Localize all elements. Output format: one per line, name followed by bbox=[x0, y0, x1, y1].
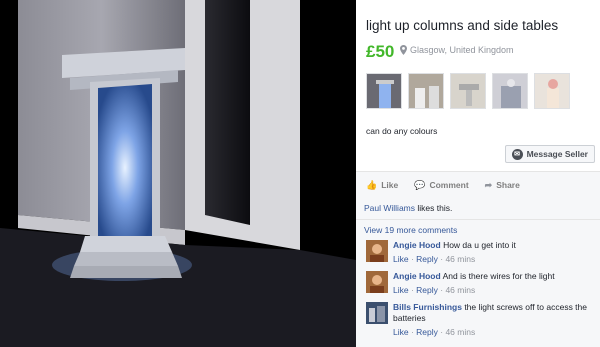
comment-time: 46 mins bbox=[445, 254, 476, 264]
comment-body: Angie Hood And is there wires for the li… bbox=[393, 271, 555, 296]
comment-meta: Like · Reply · 46 mins bbox=[393, 254, 476, 264]
comment-reply-link[interactable]: Reply bbox=[416, 327, 438, 337]
message-seller-label: Message Seller bbox=[526, 149, 588, 159]
view-more-comments-link[interactable]: View 19 more comments bbox=[364, 225, 457, 235]
comment-author[interactable]: Angie Hood bbox=[393, 271, 441, 281]
comments-section: Paul Williams likes this. View 19 more c… bbox=[356, 198, 600, 347]
listing-photo[interactable] bbox=[0, 0, 356, 347]
comment-like-link[interactable]: Like bbox=[393, 254, 409, 264]
comment-meta: Like · Reply · 46 mins bbox=[393, 285, 476, 295]
comment-reply-link[interactable]: Reply bbox=[416, 254, 438, 264]
comment-body: Bills Furnishings the light screws off t… bbox=[393, 302, 594, 338]
comment-item: Angie Hood And is there wires for the li… bbox=[366, 271, 555, 296]
listing-location[interactable]: Glasgow, United Kingdom bbox=[400, 45, 514, 55]
thumbnail-5[interactable] bbox=[534, 73, 570, 109]
comment-item: Angie Hood How da u get into it Like · R… bbox=[366, 240, 516, 265]
location-text: Glasgow, United Kingdom bbox=[410, 45, 514, 55]
comment-like-link[interactable]: Like bbox=[393, 327, 409, 337]
avatar[interactable] bbox=[366, 302, 388, 324]
thumbnail-2-image bbox=[409, 74, 443, 108]
messenger-icon: ✉ bbox=[511, 148, 523, 160]
action-bar: 👍 Like 💬 Comment ➦ Share bbox=[356, 172, 600, 198]
avatar[interactable] bbox=[366, 240, 388, 262]
comment-author[interactable]: Bills Furnishings bbox=[393, 302, 462, 312]
comment-button[interactable]: 💬 Comment bbox=[414, 180, 468, 191]
comment-body: Angie Hood How da u get into it Like · R… bbox=[393, 240, 516, 265]
comment-like-link[interactable]: Like bbox=[393, 285, 409, 295]
avatar-image bbox=[366, 271, 388, 293]
avatar[interactable] bbox=[366, 271, 388, 293]
like-button[interactable]: 👍 Like bbox=[366, 180, 398, 191]
thumbnail-strip bbox=[366, 73, 570, 109]
thumbnail-3-image bbox=[451, 74, 485, 108]
thumbnail-2[interactable] bbox=[408, 73, 444, 109]
thumbnail-5-image bbox=[535, 74, 569, 108]
thumbnail-1-image bbox=[367, 74, 401, 108]
thumbnail-1[interactable] bbox=[366, 73, 402, 109]
liker-name[interactable]: Paul Williams bbox=[364, 203, 415, 213]
comment-time: 46 mins bbox=[445, 285, 476, 295]
comment-author[interactable]: Angie Hood bbox=[393, 240, 441, 250]
comment-meta: Like · Reply · 46 mins bbox=[393, 327, 476, 337]
comment-reply-link[interactable]: Reply bbox=[416, 285, 438, 295]
column-photo-image bbox=[0, 0, 356, 347]
comment-icon: 💬 bbox=[414, 179, 426, 190]
listing-title: light up columns and side tables bbox=[366, 18, 559, 33]
message-seller-button[interactable]: ✉ Message Seller bbox=[504, 145, 595, 163]
share-icon: ➦ bbox=[484, 179, 493, 190]
share-button[interactable]: ➦ Share bbox=[485, 180, 520, 191]
likes-summary: Paul Williams likes this. bbox=[364, 203, 452, 213]
listing-price: £50 bbox=[366, 42, 395, 61]
location-pin-icon bbox=[400, 45, 407, 55]
likes-text: likes this. bbox=[415, 203, 453, 213]
divider bbox=[356, 219, 600, 220]
comment-item: Bills Furnishings the light screws off t… bbox=[366, 302, 594, 338]
thumbnail-4[interactable] bbox=[492, 73, 528, 109]
comment-text: How da u get into it bbox=[440, 240, 516, 250]
thumbnail-4-image bbox=[493, 74, 527, 108]
avatar-image bbox=[366, 240, 388, 262]
avatar-image bbox=[366, 302, 388, 324]
comment-text: And is there wires for the light bbox=[440, 271, 555, 281]
comment-time: 46 mins bbox=[445, 327, 476, 337]
thumbs-up-icon: 👍 bbox=[366, 179, 378, 190]
share-label: Share bbox=[496, 180, 520, 190]
like-label: Like bbox=[381, 180, 399, 190]
listing-details-panel: light up columns and side tables £50 Gla… bbox=[356, 0, 600, 347]
listing-description: can do any colours bbox=[366, 126, 438, 136]
comment-label: Comment bbox=[429, 180, 469, 190]
thumbnail-3[interactable] bbox=[450, 73, 486, 109]
